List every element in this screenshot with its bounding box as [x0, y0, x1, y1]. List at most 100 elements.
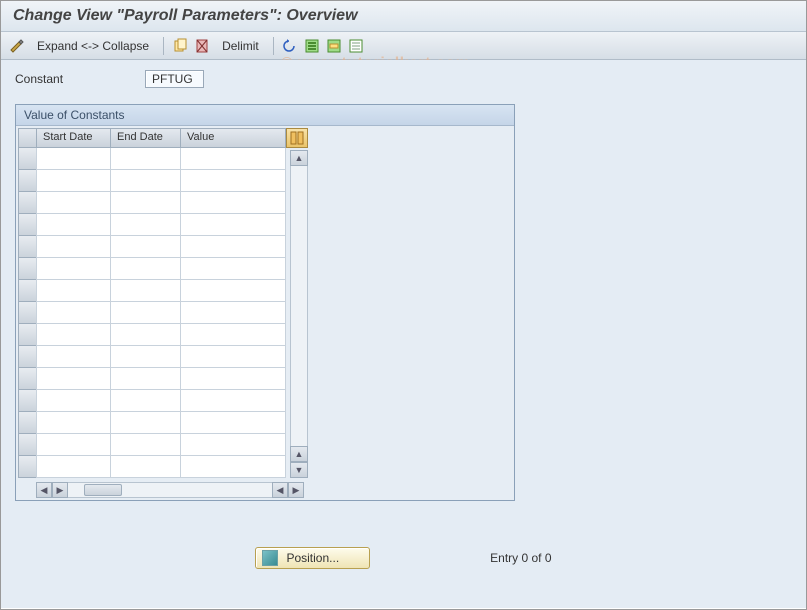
scroll-right-step-icon[interactable]: ◀ — [272, 482, 288, 498]
toggle-change-icon[interactable] — [9, 38, 25, 54]
cell-end_date[interactable] — [110, 346, 180, 368]
cell-value[interactable] — [180, 258, 286, 280]
cell-end_date[interactable] — [110, 368, 180, 390]
scroll-left-icon[interactable]: ◀ — [36, 482, 52, 498]
table-rows — [36, 148, 286, 478]
cell-value[interactable] — [180, 236, 286, 258]
row-selector[interactable] — [18, 170, 36, 192]
delimit-button[interactable]: Delimit — [216, 39, 265, 53]
cell-end_date[interactable] — [110, 456, 180, 478]
table-container: Start Date End Date Value ▲ ▲ ▼ — [16, 126, 514, 480]
scroll-right-icon[interactable]: ▶ — [288, 482, 304, 498]
deselect-all-icon[interactable] — [348, 38, 364, 54]
row-selector[interactable] — [18, 148, 36, 170]
cell-start_date[interactable] — [36, 192, 110, 214]
cell-value[interactable] — [180, 390, 286, 412]
row-selector[interactable] — [18, 302, 36, 324]
cell-end_date[interactable] — [110, 170, 180, 192]
select-block-icon[interactable] — [326, 38, 342, 54]
cell-start_date[interactable] — [36, 170, 110, 192]
row-selector[interactable] — [18, 236, 36, 258]
undo-icon[interactable] — [282, 38, 298, 54]
position-label: Position... — [286, 551, 339, 565]
cell-end_date[interactable] — [110, 324, 180, 346]
row-selector[interactable] — [18, 258, 36, 280]
cell-value[interactable] — [180, 148, 286, 170]
cell-start_date[interactable] — [36, 412, 110, 434]
cell-end_date[interactable] — [110, 236, 180, 258]
configure-column-icon[interactable] — [286, 128, 308, 148]
row-selector[interactable] — [18, 412, 36, 434]
col-header-end-date[interactable]: End Date — [110, 128, 180, 148]
cell-start_date[interactable] — [36, 236, 110, 258]
table-row — [36, 148, 286, 170]
cell-value[interactable] — [180, 280, 286, 302]
cell-value[interactable] — [180, 412, 286, 434]
cell-start_date[interactable] — [36, 302, 110, 324]
cell-end_date[interactable] — [110, 412, 180, 434]
row-selector[interactable] — [18, 434, 36, 456]
cell-start_date[interactable] — [36, 148, 110, 170]
cell-value[interactable] — [180, 192, 286, 214]
row-selector[interactable] — [18, 346, 36, 368]
cell-end_date[interactable] — [110, 148, 180, 170]
scroll-left-step-icon[interactable]: ▶ — [52, 482, 68, 498]
table-row — [36, 302, 286, 324]
hscroll-track[interactable] — [68, 482, 272, 498]
cell-start_date[interactable] — [36, 258, 110, 280]
cell-start_date[interactable] — [36, 214, 110, 236]
cell-start_date[interactable] — [36, 434, 110, 456]
position-button[interactable]: Position... — [255, 547, 370, 569]
cell-end_date[interactable] — [110, 258, 180, 280]
cell-start_date[interactable] — [36, 390, 110, 412]
cell-start_date[interactable] — [36, 368, 110, 390]
row-selector[interactable] — [18, 280, 36, 302]
table-row — [36, 170, 286, 192]
cell-value[interactable] — [180, 324, 286, 346]
col-header-start-date[interactable]: Start Date — [36, 128, 110, 148]
table-row — [36, 258, 286, 280]
cell-value[interactable] — [180, 434, 286, 456]
cell-end_date[interactable] — [110, 214, 180, 236]
row-selector-header[interactable] — [18, 128, 36, 148]
scroll-up-icon[interactable]: ▲ — [290, 150, 308, 166]
cell-end_date[interactable] — [110, 302, 180, 324]
cell-start_date[interactable] — [36, 456, 110, 478]
cell-end_date[interactable] — [110, 280, 180, 302]
cell-value[interactable] — [180, 456, 286, 478]
value-of-constants-panel: Value of Constants Start Date End Date V… — [15, 104, 515, 501]
expand-collapse-button[interactable]: Expand <-> Collapse — [31, 39, 155, 53]
constant-value[interactable]: PFTUG — [145, 70, 204, 88]
cell-start_date[interactable] — [36, 280, 110, 302]
row-selector[interactable] — [18, 456, 36, 478]
hscroll-thumb[interactable] — [84, 484, 122, 496]
copy-icon[interactable] — [172, 38, 188, 54]
cell-end_date[interactable] — [110, 434, 180, 456]
cell-value[interactable] — [180, 302, 286, 324]
select-all-icon[interactable] — [304, 38, 320, 54]
row-selector[interactable] — [18, 192, 36, 214]
cell-start_date[interactable] — [36, 324, 110, 346]
row-selector[interactable] — [18, 368, 36, 390]
cell-value[interactable] — [180, 170, 286, 192]
content-area: Constant PFTUG Value of Constants Start … — [1, 60, 806, 608]
cell-end_date[interactable] — [110, 390, 180, 412]
cell-end_date[interactable] — [110, 192, 180, 214]
scroll-track[interactable] — [290, 166, 308, 446]
cell-value[interactable] — [180, 368, 286, 390]
table-row — [36, 456, 286, 478]
col-header-value[interactable]: Value — [180, 128, 286, 148]
row-selector[interactable] — [18, 390, 36, 412]
position-icon — [262, 550, 278, 566]
cell-value[interactable] — [180, 214, 286, 236]
cell-start_date[interactable] — [36, 346, 110, 368]
cell-value[interactable] — [180, 346, 286, 368]
delete-icon[interactable] — [194, 38, 210, 54]
scroll-down-icon[interactable]: ▲ — [290, 446, 308, 462]
vertical-scrollbar[interactable]: ▲ ▲ ▼ — [290, 128, 308, 478]
separator — [273, 37, 274, 55]
scroll-down-end-icon[interactable]: ▼ — [290, 462, 308, 478]
horizontal-scrollbar[interactable]: ◀ ▶ ◀ ▶ — [36, 482, 304, 498]
row-selector[interactable] — [18, 214, 36, 236]
row-selector[interactable] — [18, 324, 36, 346]
